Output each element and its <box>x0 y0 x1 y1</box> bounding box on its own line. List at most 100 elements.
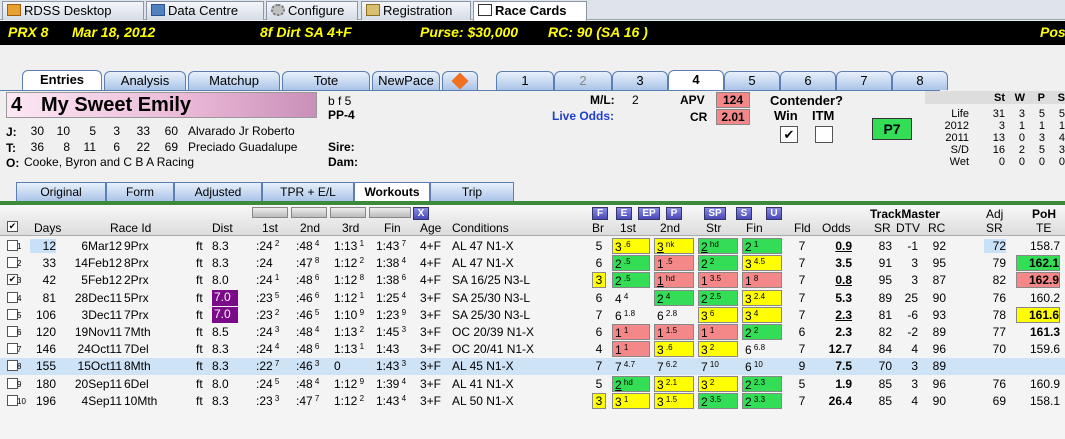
sort-3rd-button[interactable] <box>330 207 366 218</box>
race-date[interactable]: 15Oct11 <box>62 359 122 373</box>
race-code[interactable]: 8Mth <box>124 359 151 373</box>
col-call-2nd[interactable]: 2nd <box>660 221 680 235</box>
table-row[interactable]: 5 106 3Dec11 7Prx ft 7.0:23 2:46 5 1:10 9 1:23 … <box>0 306 1065 324</box>
col-sr[interactable]: SR <box>874 221 891 235</box>
race-date[interactable]: 28Dec11 <box>62 291 122 305</box>
clear-x-button[interactable]: X <box>413 207 429 220</box>
finish-u-button[interactable]: U <box>766 207 782 220</box>
race-code[interactable]: 10Mth <box>124 394 157 408</box>
tab-adjusted[interactable]: Adjusted <box>174 182 262 201</box>
finish-s-button[interactable]: S <box>736 207 752 220</box>
col-days[interactable]: Days <box>34 221 61 235</box>
tab-form[interactable]: Form <box>106 182 174 201</box>
col-fin[interactable]: Fin <box>384 221 401 235</box>
race-code[interactable]: 5Prx <box>124 291 149 305</box>
pace-p-button[interactable]: P <box>666 207 682 220</box>
tab-configure[interactable]: Configure <box>266 1 358 20</box>
race-code[interactable]: 7Del <box>124 342 149 356</box>
tab-horse-2[interactable]: 2 <box>554 71 612 90</box>
trainer-name[interactable]: Preciado Guadalupe <box>188 140 297 154</box>
table-row[interactable]: 8 155 15Oct11 8Mth ft 8.3:22 7:46 3 0 1:43 3 3+F… <box>0 358 1065 376</box>
col-age[interactable]: Age <box>420 221 441 235</box>
tab-registration[interactable]: Registration <box>361 1 471 20</box>
race-date[interactable]: 20Sep11 <box>62 377 122 391</box>
col-2nd[interactable]: 2nd <box>300 221 320 235</box>
fraction-2nd: :48 6 <box>296 342 319 356</box>
tab-analysis[interactable]: Analysis <box>104 71 186 90</box>
pace-ep-button[interactable]: EP <box>638 207 660 220</box>
table-row[interactable]: ✔ 3 42 5Feb12 2Prx ft 8.0:24 1:48 6 1:12 8 1:38 … <box>0 272 1065 289</box>
tab-horse-8[interactable]: 8 <box>892 71 948 90</box>
race-date[interactable]: 3Dec11 <box>62 308 122 322</box>
tab-horse-7[interactable]: 7 <box>836 71 892 90</box>
tab-original[interactable]: Original <box>16 182 106 201</box>
col-call-1st[interactable]: 1st <box>620 221 636 235</box>
col-dtv[interactable]: DTV <box>896 221 920 235</box>
col-te[interactable]: TE <box>1036 221 1051 235</box>
rc-value: 92 <box>932 239 946 253</box>
race-date[interactable]: 6Mar12 <box>62 239 122 253</box>
race-code[interactable]: 7Mth <box>124 325 151 339</box>
call-stretch: 3 2 <box>698 341 738 358</box>
tab-tpr-el[interactable]: TPR + E/L <box>262 182 354 201</box>
finish-sp-button[interactable]: SP <box>704 207 726 220</box>
tab-horse-6[interactable]: 6 <box>780 71 836 90</box>
col-odds[interactable]: Odds <box>822 221 851 235</box>
race-code[interactable]: 7Prx <box>124 308 149 322</box>
table-row[interactable]: 9 180 20Sep11 6Del ft 8.0:24 5:48 4 1:12 9 1:39… <box>0 375 1065 393</box>
table-row[interactable]: 2 33 14Feb12 8Prx ft 8.3:24:47 8 1:12 2 1:38 44… <box>0 255 1065 272</box>
table-row[interactable]: 1 12 6Mar12 9Prx ft 8.3:24 2:48 4 1:13 1 1:43 7… <box>0 238 1065 255</box>
race-date[interactable]: 4Sep11 <box>62 394 122 408</box>
col-conditions[interactable]: Conditions <box>452 221 509 235</box>
col-race-id[interactable]: Race Id <box>110 221 151 235</box>
tab-entries[interactable]: Entries <box>22 70 102 91</box>
contender-label: Contender? <box>770 93 843 108</box>
win-checkbox[interactable]: ✔ <box>780 126 798 143</box>
col-adj-sr[interactable]: SR <box>986 221 1003 235</box>
col-str[interactable]: Str <box>706 221 721 235</box>
tab-horse-4[interactable]: 4 <box>668 70 724 91</box>
sort-2nd-button[interactable] <box>291 207 327 218</box>
col-call-fin[interactable]: Fin <box>746 221 763 235</box>
col-3rd[interactable]: 3rd <box>342 221 359 235</box>
table-row[interactable]: 10 196 4Sep11 10Mth ft 8.3:23 3:47 7 1:12 2 1:4… <box>0 392 1065 410</box>
tab-horse-1[interactable]: 1 <box>496 71 554 90</box>
tab-pace-toggle[interactable] <box>442 71 478 90</box>
tab-newpace[interactable]: NewPace <box>372 71 440 90</box>
race-date[interactable]: 19Nov11 <box>62 325 122 339</box>
race-date[interactable]: 24Oct11 <box>62 342 122 356</box>
select-all-checkbox[interactable]: ✔ <box>7 221 18 232</box>
tab-trip[interactable]: Trip <box>430 182 514 201</box>
sort-fin-button[interactable] <box>369 207 411 218</box>
tab-workouts[interactable]: Workouts <box>354 182 430 201</box>
tab-horse-5[interactable]: 5 <box>724 71 780 90</box>
race-code[interactable]: 8Prx <box>124 256 149 270</box>
col-rc[interactable]: RC <box>928 221 945 235</box>
itm-checkbox[interactable] <box>815 126 833 143</box>
pace-f-button[interactable]: F <box>592 207 608 220</box>
race-code[interactable]: 2Prx <box>124 273 149 287</box>
pace-e-button[interactable]: E <box>616 207 632 220</box>
table-row[interactable]: 4 81 28Dec11 5Prx ft 7.0:23 5:46 6 1:12 1 1:25 … <box>0 289 1065 307</box>
race-purse: Purse: $30,000 <box>420 24 519 40</box>
table-row[interactable]: 7 146 24Oct11 7Del ft 8.3:24 4:48 6 1:13 1 1:43… <box>0 341 1065 358</box>
tab-race-cards[interactable]: Race Cards <box>473 1 587 21</box>
sort-1st-button[interactable] <box>252 207 288 218</box>
col-br[interactable]: Br <box>592 221 604 235</box>
tab-tote[interactable]: Tote <box>282 71 370 90</box>
col-fld[interactable]: Fld <box>794 221 811 235</box>
tab-rdss-desktop[interactable]: RDSS Desktop <box>2 1 144 20</box>
tab-data-centre[interactable]: Data Centre <box>146 1 264 20</box>
race-date[interactable]: 5Feb12 <box>62 273 122 287</box>
table-row[interactable]: 6 120 19Nov11 7Mth ft 8.5:24 3:48 4 1:13 2 1:45… <box>0 324 1065 341</box>
race-date[interactable]: 14Feb12 <box>62 256 122 270</box>
tab-horse-3[interactable]: 3 <box>612 71 668 90</box>
col-1st[interactable]: 1st <box>262 221 278 235</box>
tab-matchup[interactable]: Matchup <box>188 71 280 90</box>
race-code[interactable]: 6Del <box>124 377 149 391</box>
race-code[interactable]: 9Prx <box>124 239 149 253</box>
rc-value: 87 <box>932 273 946 288</box>
col-dist[interactable]: Dist <box>212 221 233 235</box>
jockey-name[interactable]: Alvarado Jr Roberto <box>188 124 295 138</box>
call-finish: 6 6.8 <box>742 341 782 357</box>
